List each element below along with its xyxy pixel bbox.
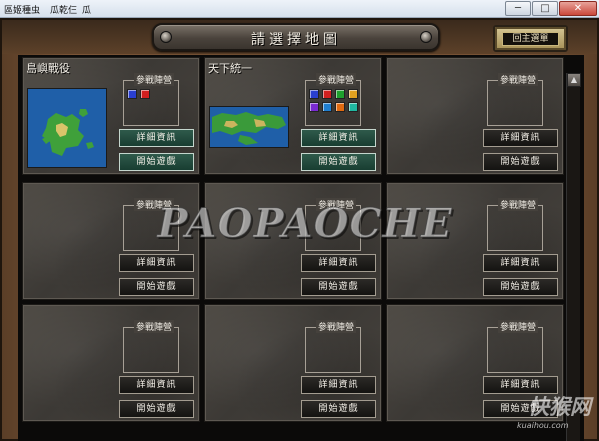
camp-box: 參戰陣營 xyxy=(487,198,543,251)
main-menu-label: 回主選單 xyxy=(502,32,559,46)
title-plate: 請選擇地圖 xyxy=(152,23,440,51)
detail-button[interactable]: 詳細資訊 xyxy=(301,254,376,272)
world-map-thumbnail xyxy=(209,106,289,148)
menu-item-1[interactable]: 區姬種虫 xyxy=(4,3,40,16)
faction-icon xyxy=(140,89,150,99)
start-game-button[interactable]: 開始遊戲 xyxy=(301,278,376,296)
detail-button[interactable]: 詳細資訊 xyxy=(119,376,194,394)
site-logo: 快猴网 xyxy=(528,395,591,419)
close-button[interactable]: ✕ xyxy=(559,1,597,16)
main-menu-button[interactable]: 回主選單 xyxy=(493,25,568,52)
map-name: 天下統一 xyxy=(208,62,252,75)
start-game-button[interactable]: 開始遊戲 xyxy=(119,278,194,296)
maximize-button[interactable]: □ xyxy=(532,1,558,16)
detail-button[interactable]: 詳細資訊 xyxy=(119,129,194,147)
minimize-button[interactable]: ─ xyxy=(505,1,531,16)
camp-label: 參戰陣營 xyxy=(316,73,357,86)
faction-list xyxy=(309,89,361,112)
camp-label: 參戰陣營 xyxy=(498,198,539,211)
start-game-button[interactable]: 開始遊戲 xyxy=(301,400,376,418)
faction-list xyxy=(127,89,179,99)
start-game-button[interactable]: 開始遊戲 xyxy=(483,278,558,296)
menu-item-3[interactable]: 瓜 xyxy=(82,3,91,16)
start-game-button[interactable]: 開始遊戲 xyxy=(483,153,558,171)
camp-box: 參戰陣營 xyxy=(487,73,543,126)
camp-box: 參戰陣營 xyxy=(123,73,179,126)
faction-icon xyxy=(322,102,332,112)
faction-icon xyxy=(348,89,358,99)
camp-box: 參戰陣營 xyxy=(487,320,543,373)
map-name: 島嶼戰役 xyxy=(26,62,70,75)
faction-icon xyxy=(335,102,345,112)
start-game-button[interactable]: 開始遊戲 xyxy=(119,400,194,418)
vertical-scrollbar[interactable]: ▲ xyxy=(566,73,581,441)
faction-icon xyxy=(348,102,358,112)
map-card[interactable]: 參戰陣營詳細資訊開始遊戲 xyxy=(386,57,564,175)
watermark-text: PAOPAOCHE xyxy=(157,200,453,248)
detail-button[interactable]: 詳細資訊 xyxy=(119,254,194,272)
map-card[interactable]: 參戰陣營詳細資訊開始遊戲 xyxy=(204,304,382,422)
camp-label: 參戰陣營 xyxy=(134,320,175,333)
map-card[interactable]: 島嶼戰役參戰陣營詳細資訊開始遊戲 xyxy=(22,57,200,175)
map-card[interactable]: 參戰陣營詳細資訊開始遊戲 xyxy=(22,304,200,422)
camp-box: 參戰陣營 xyxy=(305,320,361,373)
faction-icon xyxy=(322,89,332,99)
faction-icon xyxy=(127,89,137,99)
page-title: 請選擇地圖 xyxy=(251,32,341,48)
detail-button[interactable]: 詳細資訊 xyxy=(483,129,558,147)
start-game-button[interactable]: 開始遊戲 xyxy=(301,153,376,171)
map-card[interactable]: 天下統一參戰陣營詳細資訊開始遊戲 xyxy=(204,57,382,175)
faction-icon xyxy=(309,102,319,112)
detail-button[interactable]: 詳細資訊 xyxy=(301,376,376,394)
window-controls: ─ □ ✕ xyxy=(505,1,597,16)
faction-icon xyxy=(335,89,345,99)
camp-label: 參戰陣營 xyxy=(498,320,539,333)
site-url: kuaihou.com xyxy=(517,421,569,430)
island-map-thumbnail xyxy=(27,88,107,168)
camp-label: 參戰陣營 xyxy=(134,73,175,86)
camp-label: 參戰陣營 xyxy=(316,320,357,333)
detail-button[interactable]: 詳細資訊 xyxy=(483,254,558,272)
scroll-up-icon[interactable]: ▲ xyxy=(567,73,581,87)
camp-box: 參戰陣營 xyxy=(305,73,361,126)
detail-button[interactable]: 詳細資訊 xyxy=(301,129,376,147)
start-game-button[interactable]: 開始遊戲 xyxy=(119,153,194,171)
window-titlebar: 區姬種虫 瓜乾仨 瓜 ─ □ ✕ xyxy=(0,0,599,18)
camp-label: 參戰陣營 xyxy=(498,73,539,86)
faction-icon xyxy=(309,89,319,99)
menu-item-2[interactable]: 瓜乾仨 xyxy=(50,3,77,16)
camp-box: 參戰陣營 xyxy=(123,320,179,373)
